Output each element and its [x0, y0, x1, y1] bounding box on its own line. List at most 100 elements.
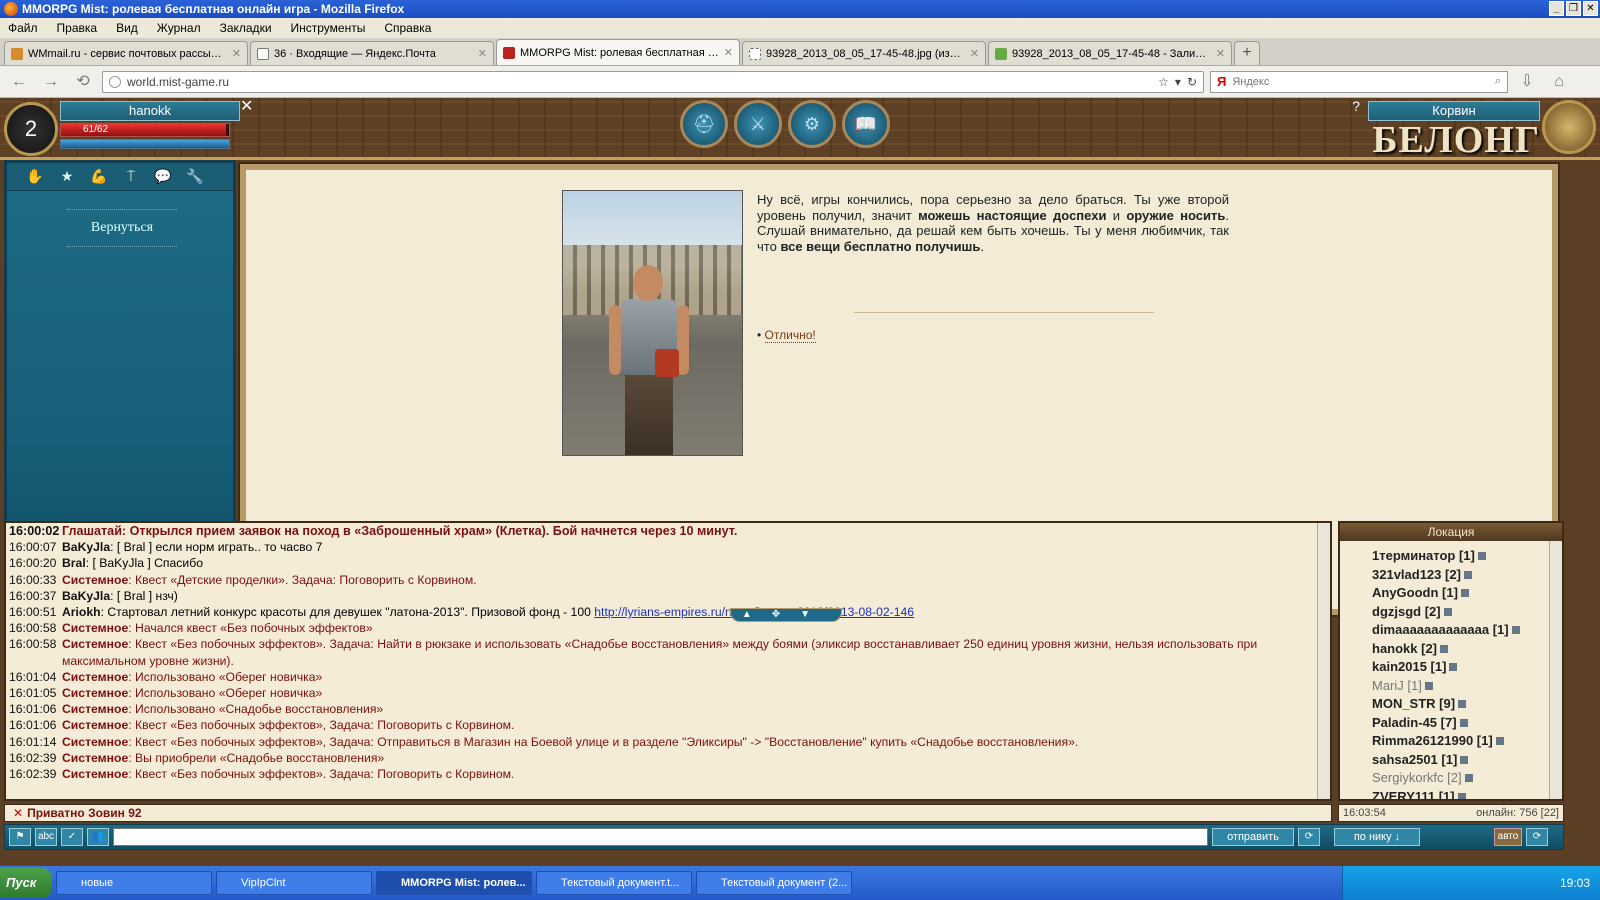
taskbar-item[interactable]: VipIpClnt: [216, 871, 372, 895]
help-icon[interactable]: ?: [1352, 98, 1360, 114]
return-link[interactable]: Вернуться: [67, 209, 177, 247]
location-player[interactable]: MON_STR [9]: [1372, 695, 1562, 714]
swords-icon[interactable]: ⚔: [734, 100, 782, 148]
star-icon[interactable]: ★: [57, 168, 77, 185]
hand-icon[interactable]: ✋: [25, 168, 45, 185]
search-icon[interactable]: ⌕: [1495, 75, 1501, 88]
download-icon[interactable]: ⇩: [1514, 70, 1540, 94]
start-button[interactable]: Пуск: [0, 868, 52, 898]
close-button[interactable]: ✕: [1583, 1, 1598, 16]
player-info-icon[interactable]: [1460, 589, 1469, 597]
npc-avatar[interactable]: [1542, 100, 1596, 154]
location-player[interactable]: hanokk [2]: [1372, 640, 1562, 659]
tab-close-icon[interactable]: ✕: [232, 47, 241, 60]
check-icon[interactable]: ✓: [61, 828, 83, 846]
url-bar[interactable]: world.mist-game.ru ☆ ▾ ↻: [102, 70, 1204, 93]
home-icon[interactable]: ⌂: [1546, 70, 1572, 94]
player-info-icon[interactable]: [1460, 755, 1469, 764]
location-player[interactable]: 321vlad123 [2]: [1372, 566, 1562, 585]
menu-help[interactable]: Справка: [384, 18, 431, 38]
sort-by-nick-button[interactable]: по нику ↓: [1334, 828, 1420, 846]
menu-history[interactable]: Журнал: [157, 18, 201, 38]
chat-nick[interactable]: BaKyJla: [62, 540, 110, 554]
tools-icon[interactable]: 🔧: [185, 168, 205, 185]
player-info-icon[interactable]: [1477, 552, 1486, 560]
menu-tools[interactable]: Инструменты: [291, 18, 366, 38]
reload-icon[interactable]: ↻: [1187, 75, 1197, 89]
chat-nick[interactable]: Bral: [62, 556, 86, 570]
location-player[interactable]: sahsa2501 [1]: [1372, 751, 1562, 770]
player-name[interactable]: hanokk: [60, 101, 240, 121]
menu-edit[interactable]: Правка: [57, 18, 98, 38]
sign-icon[interactable]: ⍑: [121, 168, 141, 185]
taskbar-item[interactable]: Текстовый документ (2...: [696, 871, 852, 895]
player-info-icon[interactable]: [1440, 644, 1449, 653]
location-player[interactable]: kain2015 [1]: [1372, 658, 1562, 677]
search-bar[interactable]: Я Яндекс ⌕: [1210, 70, 1508, 93]
player-info-icon[interactable]: [1443, 607, 1452, 616]
tab-close-icon[interactable]: ✕: [970, 47, 979, 60]
chat-nick[interactable]: Ariokh: [62, 605, 101, 619]
dropdown-icon[interactable]: ▾: [1175, 75, 1181, 89]
close-private-icon[interactable]: ✕: [13, 806, 23, 820]
location-player[interactable]: 1терминатор [1]: [1372, 547, 1562, 566]
taskbar-item[interactable]: новые: [56, 871, 212, 895]
users-icon[interactable]: 👥: [87, 828, 109, 846]
location-player[interactable]: Rimma26121990 [1]: [1372, 732, 1562, 751]
maximize-button[interactable]: ❐: [1566, 1, 1581, 16]
menu-view[interactable]: Вид: [116, 18, 138, 38]
home-history-icon[interactable]: ⟲: [70, 70, 96, 94]
tab-close-icon[interactable]: ✕: [478, 47, 487, 60]
taskbar-item[interactable]: MMORPG Mist: ролев...: [376, 871, 532, 895]
location-player[interactable]: Paladin-45 [7]: [1372, 714, 1562, 733]
menu-file[interactable]: Файл: [8, 18, 38, 38]
location-player[interactable]: dimaaaaaaaaaaaaa [1]: [1372, 621, 1562, 640]
gear-icon[interactable]: ⚙: [788, 100, 836, 148]
location-player[interactable]: dgzjsgd [2]: [1372, 603, 1562, 622]
player-info-icon[interactable]: [1457, 792, 1466, 799]
taskbar-item[interactable]: Текстовый документ.t...: [536, 871, 692, 895]
send-button[interactable]: отправить: [1212, 828, 1294, 846]
minimize-button[interactable]: _: [1549, 1, 1564, 16]
player-info-icon[interactable]: [1511, 626, 1520, 634]
tab-mist-game[interactable]: MMORPG Mist: ролевая бесплатная онл... ✕: [496, 39, 740, 65]
tab-close-icon[interactable]: ✕: [724, 46, 733, 59]
chat-scrollbar[interactable]: [1317, 523, 1330, 799]
player-info-icon[interactable]: [1449, 663, 1458, 671]
filter-icon[interactable]: ⚑: [9, 828, 31, 846]
chat-nick[interactable]: BaKyJla: [62, 589, 110, 603]
arm-icon[interactable]: 💪: [89, 168, 109, 185]
chat-input[interactable]: [113, 828, 1208, 846]
player-info-icon[interactable]: [1463, 570, 1472, 579]
bookmark-star-icon[interactable]: ☆: [1158, 75, 1169, 89]
tab-upload[interactable]: 93928_2013_08_05_17-45-48 - Заливка... ✕: [988, 41, 1232, 65]
location-scrollbar[interactable]: [1549, 541, 1562, 799]
helmet-icon[interactable]: ⛑: [680, 100, 728, 148]
header-close-icon[interactable]: ✕: [240, 96, 253, 116]
new-tab-button[interactable]: +: [1234, 41, 1260, 65]
tab-wmmail[interactable]: WMmail.ru - сервис почтовых рассылок... ✕: [4, 41, 248, 65]
forward-button[interactable]: →: [38, 70, 64, 94]
abc-icon[interactable]: abc: [35, 828, 57, 846]
refresh-list-icon[interactable]: ⟳: [1526, 828, 1548, 846]
tab-image[interactable]: 93928_2013_08_05_17-45-48.jpg (изоб... ✕: [742, 41, 986, 65]
tab-close-icon[interactable]: ✕: [1216, 47, 1225, 60]
chat-bubbles-icon[interactable]: 💬: [153, 168, 173, 185]
auto-button[interactable]: авто: [1494, 828, 1522, 846]
location-player[interactable]: ZVERY111 [1]: [1372, 788, 1562, 799]
tab-yandex-mail[interactable]: 36 · Входящие — Яндекс.Почта ✕: [250, 41, 494, 65]
panel-resize-handle[interactable]: ▲✥▼: [730, 608, 842, 622]
back-button[interactable]: ←: [6, 70, 32, 94]
refresh-chat-icon[interactable]: ⟳: [1298, 828, 1320, 846]
book-icon[interactable]: 📖: [842, 100, 890, 148]
location-player[interactable]: Sergiykorkfc [2]: [1372, 769, 1562, 788]
player-info-icon[interactable]: [1459, 718, 1468, 727]
location-player[interactable]: MariJ [1]: [1372, 677, 1562, 696]
player-info-icon[interactable]: [1464, 774, 1473, 782]
menu-bookmarks[interactable]: Закладки: [220, 18, 272, 38]
player-info-icon[interactable]: [1458, 700, 1467, 708]
player-info-icon[interactable]: [1424, 681, 1433, 690]
location-player[interactable]: AnyGoodn [1]: [1372, 584, 1562, 603]
player-info-icon[interactable]: [1495, 737, 1504, 745]
answer-link[interactable]: Отлично!: [764, 328, 816, 343]
